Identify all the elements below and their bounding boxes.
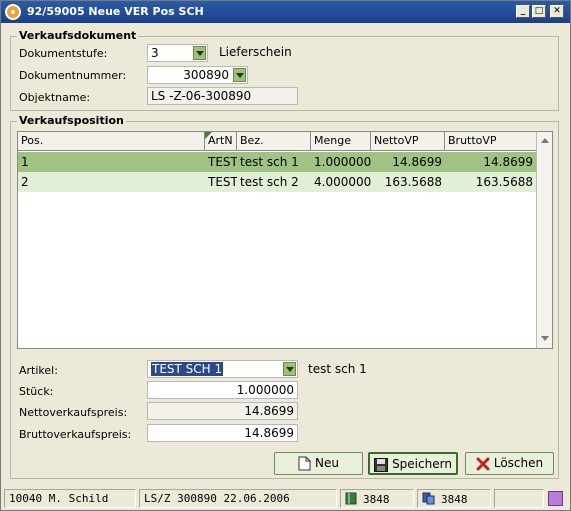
column-header-nettovp[interactable]: NettoVP [371,132,445,151]
status-document: LS/Z 300890 22.06.2006 [139,489,337,508]
column-header-bruttovp[interactable]: BruttoVP [445,132,536,151]
bruttoverkaufspreis-label: Bruttoverkaufspreis: [19,428,132,441]
cell-menge: 1.000000 [314,155,371,169]
speichern-button[interactable]: Speichern [368,452,458,475]
status-count-2-cell: 3848 [417,489,491,508]
sort-indicator-icon [205,132,212,139]
dokumentnummer-select[interactable]: 300890 [147,66,248,84]
nettoverkaufspreis-label: Nettoverkaufspreis: [19,406,128,419]
dokumentstufe-text: Lieferschein [219,45,292,59]
bruttoverkaufspreis-input[interactable]: 14.8699 [147,424,298,442]
dokumentstufe-label: Dokumentstufe: [19,47,108,60]
status-bar: 10040 M. Schild LS/Z 300890 22.06.2006 3… [1,487,570,510]
save-icon [374,457,389,472]
minimize-button[interactable]: _ [516,5,530,18]
column-header-bez[interactable]: Bez. [237,132,311,151]
speichern-label: Speichern [392,457,452,471]
app-icon [5,4,21,20]
table-row[interactable]: 2 TEST test sch 2 4.000000 163.5688 163.… [18,172,536,192]
status-count-1-cell: 3848 [340,489,414,508]
verkaufsdokument-title: Verkaufsdokument [17,29,139,42]
cell-artn: TEST [208,175,237,189]
column-header-menge[interactable]: Menge [311,132,371,151]
loeschen-button[interactable]: Löschen [465,452,554,475]
book-icon [345,492,357,505]
cell-bruttovp: 163.5688 [475,175,533,189]
table-header: Pos. ArtN Bez. Menge NettoVP BruttoVP [18,132,536,151]
dokumentnummer-value: 300890 [183,68,229,82]
loeschen-label: Löschen [493,456,544,470]
neu-button[interactable]: Neu [274,452,363,475]
neu-label: Neu [315,456,339,470]
objektname-label: Objektname: [19,91,91,104]
table-scrollbar[interactable] [536,132,552,348]
status-count-2: 3848 [441,493,468,506]
status-user: 10040 M. Schild [4,489,136,508]
artikel-value: TEST SCH 1 [151,362,224,376]
resize-grip-icon[interactable] [548,491,563,506]
cell-nettovp: 14.8699 [392,155,442,169]
column-header-artn[interactable]: ArtN [205,132,237,151]
cell-bruttovp: 14.8699 [483,155,533,169]
maximize-button[interactable]: □ [532,5,546,18]
delete-icon [476,457,490,470]
cell-bez: test sch 2 [240,175,299,189]
verkaufsposition-title: Verkaufsposition [17,114,126,127]
cell-pos: 2 [21,175,29,189]
window-title: 92/59005 Neue VER Pos SCH [27,5,204,18]
new-document-icon [298,456,311,471]
app-window: 92/59005 Neue VER Pos SCH _ □ ✕ Verkaufs… [0,0,571,511]
title-bar: 92/59005 Neue VER Pos SCH _ □ ✕ [1,1,570,23]
cell-nettovp: 163.5688 [384,175,442,189]
chevron-down-icon[interactable] [193,46,206,60]
objektname-field: LS -Z-06-300890 [147,87,298,105]
status-count-1: 3848 [363,493,390,506]
cell-artn: TEST [208,155,237,169]
scroll-down-icon[interactable] [539,332,551,346]
artikel-description: test sch 1 [308,362,367,376]
stueck-label: Stück: [19,385,54,398]
close-button[interactable]: ✕ [550,5,564,18]
table-row[interactable]: 1 TEST test sch 1 1.000000 14.8699 14.86… [18,152,536,172]
cell-pos: 1 [21,155,29,169]
nettoverkaufspreis-field: 14.8699 [147,402,298,420]
dokumentstufe-value: 3 [151,46,159,60]
artikel-label: Artikel: [19,364,58,377]
stueck-input[interactable]: 1.000000 [147,381,298,399]
status-empty [494,489,544,508]
dokumentnummer-label: Dokumentnummer: [19,69,127,82]
cell-menge: 4.000000 [314,175,371,189]
artikel-select[interactable]: TEST SCH 1 [147,360,298,378]
chevron-down-icon[interactable] [283,362,296,376]
documents-icon [422,492,435,505]
column-header-pos[interactable]: Pos. [18,132,205,151]
positions-table[interactable]: Pos. ArtN Bez. Menge NettoVP BruttoVP 1 … [17,131,553,349]
dokumentstufe-select[interactable]: 3 [147,44,208,62]
scroll-up-icon[interactable] [539,134,551,148]
chevron-down-icon[interactable] [233,68,246,82]
cell-bez: test sch 1 [240,155,299,169]
